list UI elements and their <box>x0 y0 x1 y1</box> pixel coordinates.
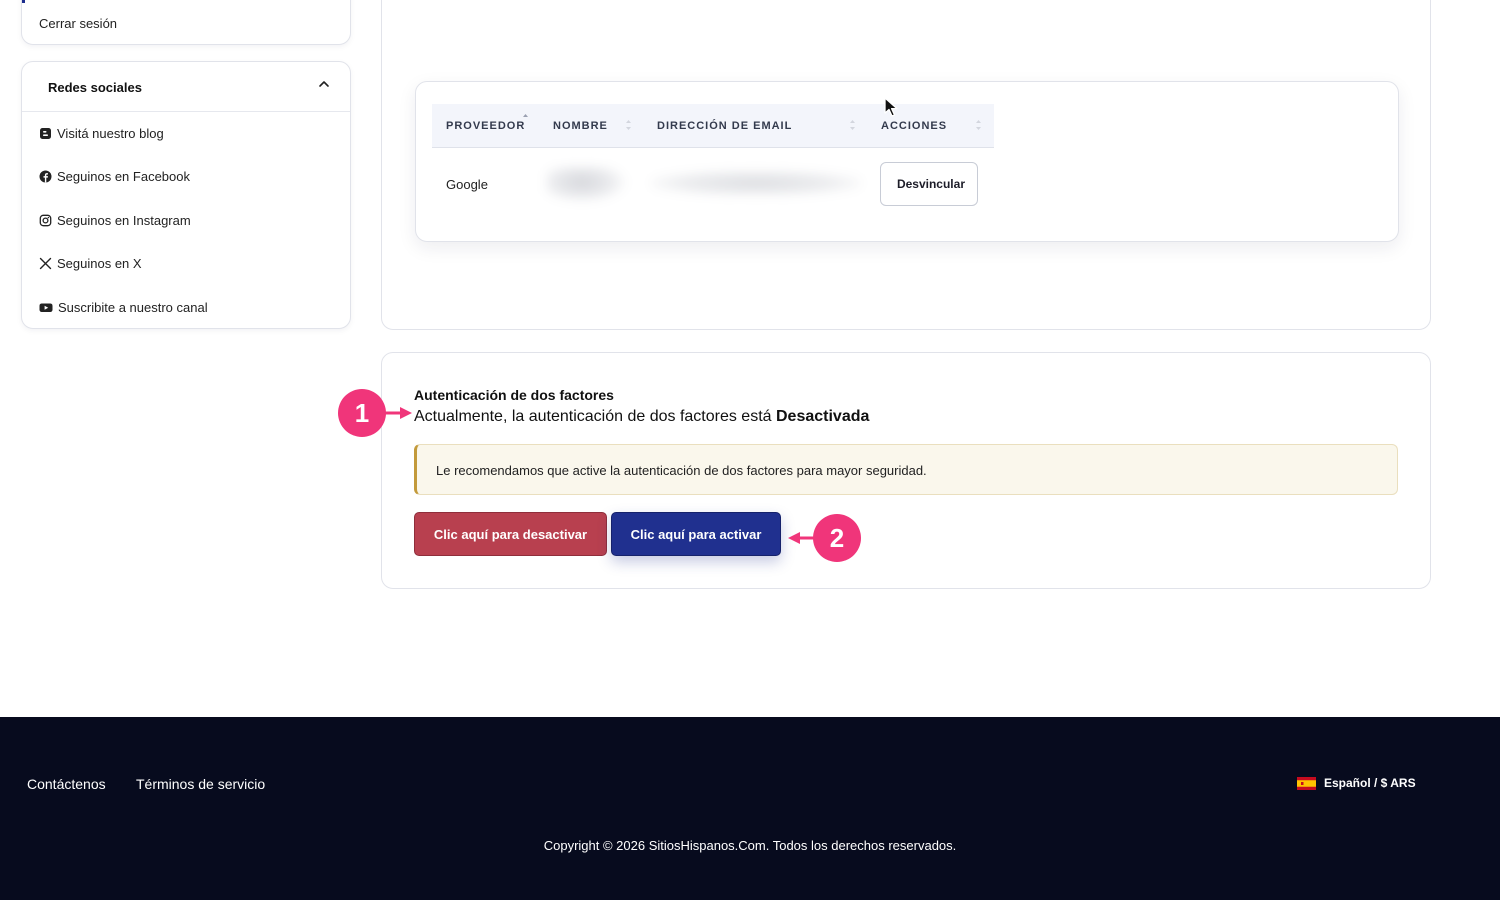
mouse-cursor-icon <box>884 97 898 117</box>
blogger-icon <box>40 128 51 139</box>
x-icon <box>39 257 52 270</box>
social-networks-title: Redes sociales <box>48 80 142 95</box>
active-indicator <box>22 0 25 3</box>
social-networks-card: Redes sociales Visitá nuestro blog Segui… <box>21 61 351 329</box>
linked-accounts-section: PROVEEDOR NOMBRE DIRECCIÓN DE EMAIL ACCI… <box>381 0 1431 330</box>
youtube-icon <box>39 303 53 312</box>
footer-link-terms[interactable]: Términos de servicio <box>136 776 265 792</box>
security-recommendation-alert: Le recomendamos que active la autenticac… <box>414 444 1398 495</box>
footer-link-contact[interactable]: Contáctenos <box>27 776 106 792</box>
annotation-badge-2: 2 <box>813 514 861 562</box>
sort-icon[interactable] <box>522 112 529 126</box>
redaction-blur-overlay <box>536 152 901 222</box>
sort-icon[interactable] <box>849 118 856 132</box>
two-factor-status-text: Actualmente, la autenticación de dos fac… <box>414 408 772 425</box>
language-currency-label: Español / $ ARS <box>1324 776 1416 790</box>
instagram-icon <box>39 214 52 227</box>
column-header-actions[interactable]: ACCIONES <box>881 120 947 132</box>
annotation-badge-1: 1 <box>338 389 386 437</box>
site-footer: Contáctenos Términos de servicio Español… <box>0 717 1500 900</box>
social-link-instagram[interactable]: Seguinos en Instagram <box>39 213 191 228</box>
logout-link[interactable]: Cerrar sesión <box>39 16 117 31</box>
social-link-blog[interactable]: Visitá nuestro blog <box>39 126 164 141</box>
social-networks-header[interactable]: Redes sociales <box>22 62 350 112</box>
social-link-x[interactable]: Seguinos en X <box>39 256 142 271</box>
sort-icon[interactable] <box>625 118 632 132</box>
copyright-label: Copyright © 2026 SitiosHispanos.Com. Tod… <box>543 838 957 853</box>
table-header: PROVEEDOR NOMBRE DIRECCIÓN DE EMAIL ACCI… <box>432 104 994 148</box>
alert-text: Le recomendamos que active la autenticac… <box>436 463 927 478</box>
spain-flag-icon <box>1297 776 1316 790</box>
social-link-label: Seguinos en Facebook <box>57 169 190 184</box>
two-factor-title: Autenticación de dos factores <box>414 387 614 403</box>
copyright-text: Copyright © 2026 SitiosHispanos.Com. Tod… <box>0 838 1500 853</box>
chevron-up-icon[interactable] <box>318 78 330 90</box>
social-link-label: Seguinos en Instagram <box>57 213 191 228</box>
provider-cell: Google <box>446 177 488 192</box>
language-currency-selector[interactable]: Español / $ ARS <box>1297 776 1416 790</box>
two-factor-section: Autenticación de dos factores Actualment… <box>381 352 1431 589</box>
facebook-icon <box>39 170 52 183</box>
unlink-button[interactable]: Desvincular <box>880 162 978 206</box>
annotation-arrow-right-icon <box>384 407 412 419</box>
activate-2fa-button[interactable]: Clic aquí para activar <box>611 512 781 556</box>
account-menu-card: Cerrar sesión <box>21 0 351 45</box>
social-link-youtube[interactable]: Suscribite a nuestro canal <box>39 300 208 315</box>
linked-accounts-table-card: PROVEEDOR NOMBRE DIRECCIÓN DE EMAIL ACCI… <box>415 81 1399 242</box>
social-link-label: Suscribite a nuestro canal <box>58 300 208 315</box>
social-link-label: Seguinos en X <box>57 256 142 271</box>
column-header-email[interactable]: DIRECCIÓN DE EMAIL <box>657 120 792 132</box>
column-header-name[interactable]: NOMBRE <box>553 120 608 132</box>
column-header-provider[interactable]: PROVEEDOR <box>446 120 525 132</box>
sort-icon[interactable] <box>975 118 982 132</box>
social-link-facebook[interactable]: Seguinos en Facebook <box>39 169 190 184</box>
deactivate-2fa-button[interactable]: Clic aquí para desactivar <box>414 512 607 556</box>
annotation-arrow-left-icon <box>788 532 816 544</box>
two-factor-status-value: Desactivada <box>776 408 870 425</box>
social-link-label: Visitá nuestro blog <box>57 126 164 141</box>
two-factor-status: Actualmente, la autenticación de dos fac… <box>414 408 869 426</box>
